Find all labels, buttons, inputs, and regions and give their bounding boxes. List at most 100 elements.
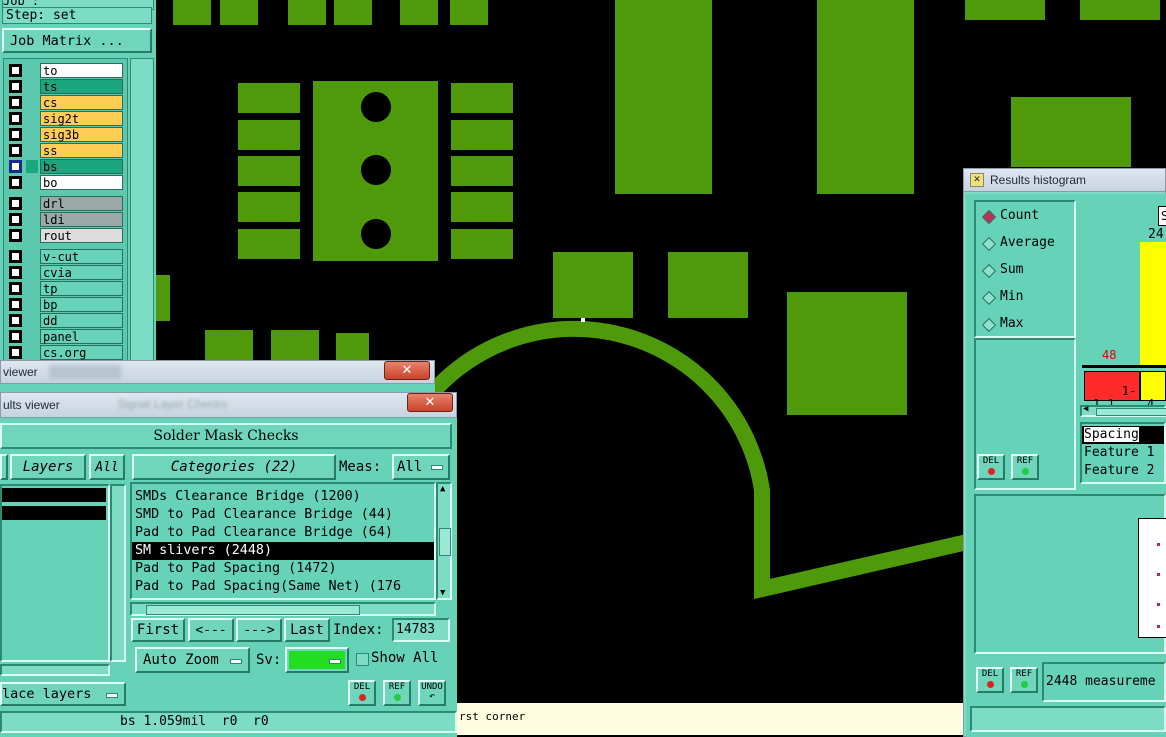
layer-row-bo[interactable]: bo: [7, 175, 125, 191]
layer-row-bs[interactable]: bs: [7, 159, 125, 175]
scroll-up-icon[interactable]: ▲: [440, 484, 445, 494]
place-layers-button[interactable]: lace layers: [0, 682, 126, 706]
layer-checkbox[interactable]: [9, 282, 22, 295]
layer-checkbox[interactable]: [9, 250, 22, 263]
layer-checkbox[interactable]: [9, 197, 22, 210]
sv-color-select[interactable]: [285, 647, 349, 673]
layer-row-dd[interactable]: dd: [7, 313, 125, 329]
radio-min[interactable]: [981, 290, 997, 306]
histogram-titlebar[interactable]: ✕ Results histogram: [963, 168, 1166, 192]
category-item[interactable]: Pad to Pad Spacing (1472): [132, 560, 434, 578]
layer-checkbox[interactable]: [9, 160, 22, 173]
scroll-down-icon[interactable]: ▼: [440, 588, 445, 598]
radio-count[interactable]: [981, 209, 997, 225]
layer-row-rout[interactable]: rout: [7, 228, 125, 244]
layer-row-to[interactable]: to: [7, 63, 125, 79]
back-window-titlebar[interactable]: viewer: [0, 360, 435, 384]
green-dot-icon: [1020, 681, 1028, 688]
layers-hscroll[interactable]: [0, 664, 110, 676]
histogram-ref-button-2[interactable]: REF: [1010, 667, 1038, 693]
layer-checkbox[interactable]: [9, 144, 22, 157]
layer-checkbox[interactable]: [9, 266, 22, 279]
layer-row-sig2t[interactable]: sig2t: [7, 111, 125, 127]
scroll-left-icon[interactable]: ◀: [1083, 404, 1088, 414]
category-item[interactable]: Pad to Pad Spacing(Same Net) (176: [132, 578, 434, 596]
layer-list-item[interactable]: [2, 506, 106, 520]
scroll-thumb[interactable]: [439, 528, 451, 556]
layer-row-drl[interactable]: drl: [7, 196, 125, 212]
undo-button[interactable]: UNDO ↶: [418, 680, 446, 706]
layers-vscroll[interactable]: [110, 484, 126, 662]
layer-row-ss[interactable]: ss: [7, 143, 125, 159]
del-button[interactable]: DEL: [348, 680, 376, 706]
layer-checkbox[interactable]: [9, 128, 22, 141]
layer-checkbox[interactable]: [9, 330, 22, 343]
histogram-hscroll[interactable]: ◀: [1080, 404, 1166, 417]
layers-list[interactable]: [0, 484, 110, 662]
histogram-ref-button[interactable]: REF: [1011, 454, 1039, 480]
layer-name: cs.org: [40, 345, 123, 360]
histogram-app-icon: ✕: [970, 173, 984, 187]
categories-list[interactable]: SMDs Clearance Bridge (1200) SMD to Pad C…: [130, 482, 436, 600]
layer-row-cs[interactable]: cs: [7, 95, 125, 111]
layer-row-cs.org[interactable]: cs.org: [7, 345, 125, 361]
results-viewer-close-button[interactable]: ✕: [407, 393, 453, 412]
results-viewer-titlebar[interactable]: ults viewer Signal Layer Checks: [0, 392, 457, 418]
first-button[interactable]: First: [131, 618, 185, 642]
layer-row-v-cut[interactable]: v-cut: [7, 249, 125, 265]
first-label: First: [136, 622, 180, 638]
category-item[interactable]: SMDs Clearance Bridge (1200): [132, 488, 434, 506]
layer-row-ldi[interactable]: ldi: [7, 212, 125, 228]
categories-button[interactable]: Categories (22): [132, 454, 336, 480]
layer-row-tp[interactable]: tp: [7, 281, 125, 297]
layer-row-sig3b[interactable]: sig3b: [7, 127, 125, 143]
layer-checkbox[interactable]: [9, 314, 22, 327]
categories-hscroll[interactable]: [130, 602, 436, 616]
layer-checkbox[interactable]: [9, 64, 22, 77]
layer-checkbox[interactable]: [9, 213, 22, 226]
layers-toggle-left[interactable]: [0, 454, 8, 480]
histogram-bin-yellow[interactable]: 4- 4: [1140, 371, 1166, 411]
layer-checkbox[interactable]: [9, 112, 22, 125]
layer-checkbox[interactable]: [9, 346, 22, 359]
layer-checkbox[interactable]: [9, 229, 22, 242]
back-window-close-button[interactable]: ✕: [384, 361, 430, 380]
category-item[interactable]: SMD to Pad Clearance Bridge (44): [132, 506, 434, 524]
scroll-thumb[interactable]: [146, 605, 360, 615]
scroll-thumb[interactable]: [1096, 408, 1166, 416]
layer-list-item[interactable]: [2, 488, 106, 502]
layer-row-bp[interactable]: bp: [7, 297, 125, 313]
radio-sum[interactable]: [981, 263, 997, 279]
show-all-checkbox[interactable]: [356, 653, 369, 666]
histogram-bin-red[interactable]: 1- 1.1: [1084, 371, 1140, 411]
last-button[interactable]: Last: [284, 618, 330, 642]
category-item[interactable]: SM slivers (2448): [132, 542, 434, 560]
layer-row-panel[interactable]: panel: [7, 329, 125, 345]
layer-checkbox[interactable]: [9, 96, 22, 109]
ref-button[interactable]: REF: [383, 680, 411, 706]
option-label-count: Count: [1000, 208, 1040, 223]
layer-checkbox[interactable]: [9, 80, 22, 93]
layer-name: bs: [40, 159, 123, 174]
radio-max[interactable]: [981, 317, 997, 333]
layer-row-ts[interactable]: ts: [7, 79, 125, 95]
histogram-del-button-2[interactable]: DEL: [976, 667, 1004, 693]
index-field[interactable]: 14783: [392, 618, 450, 642]
layer-row-cvia[interactable]: cvia: [7, 265, 125, 281]
histogram-del-button[interactable]: DEL: [977, 454, 1005, 480]
layer-checkbox[interactable]: [9, 298, 22, 311]
prev-button[interactable]: <---: [188, 618, 234, 642]
meas-value: All: [397, 459, 423, 475]
categories-vscroll[interactable]: ▲ ▼: [436, 482, 452, 600]
layers-button[interactable]: Layers: [10, 454, 86, 480]
histogram-chart: S 24 48: [1078, 202, 1166, 368]
job-matrix-button[interactable]: Job Matrix ...: [2, 28, 152, 53]
category-item[interactable]: Pad to Pad Clearance Bridge (64): [132, 524, 434, 542]
auto-zoom-select[interactable]: Auto Zoom: [135, 647, 250, 673]
next-button[interactable]: --->: [236, 618, 282, 642]
layers-all-button[interactable]: All: [89, 454, 125, 480]
meas-select[interactable]: All: [392, 454, 450, 480]
layer-checkbox[interactable]: [9, 176, 22, 189]
radio-average[interactable]: [981, 236, 997, 252]
layer-list-scrollbar[interactable]: [130, 58, 154, 370]
